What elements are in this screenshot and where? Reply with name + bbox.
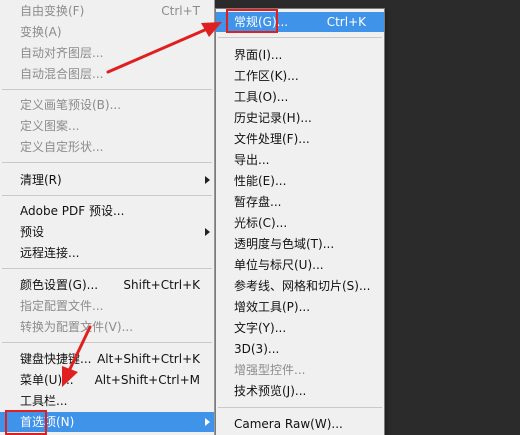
annotation-arrows [62, 22, 222, 387]
annotation-arrow-bottom [62, 325, 92, 387]
annotation-arrow-top [106, 22, 222, 74]
